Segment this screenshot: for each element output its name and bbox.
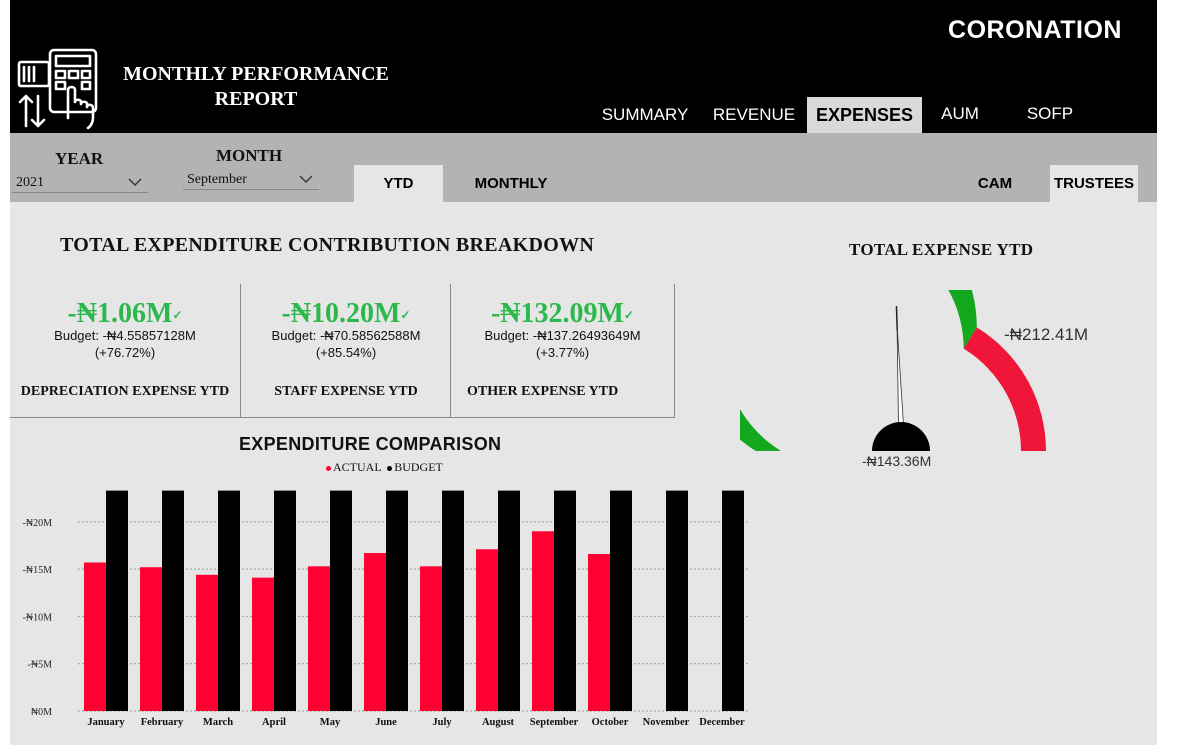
kpi-budget: Budget: -₦4.55857128M xyxy=(54,328,196,343)
gauge-hub xyxy=(872,422,930,451)
report-title: MONTHLY PERFORMANCE REPORT xyxy=(106,62,406,112)
y-tick-label: -₦5M xyxy=(28,660,53,671)
x-tick-label: December xyxy=(699,717,745,728)
kpi-label: DEPRECIATION EXPENSE YTD xyxy=(20,384,230,399)
month-value: September xyxy=(187,172,247,187)
check-icon: ✓ xyxy=(172,308,183,323)
x-tick-label: March xyxy=(203,717,233,728)
report-canvas: MONTHLY PERFORMANCE REPORT CORONATION SU… xyxy=(10,0,1157,745)
year-value: 2021 xyxy=(16,175,44,190)
gauge-needle xyxy=(896,325,904,426)
bar-budget xyxy=(386,490,408,711)
report-title-line1: MONTHLY PERFORMANCE xyxy=(123,63,389,85)
bar-budget xyxy=(498,490,520,711)
bar-actual xyxy=(140,567,162,711)
kpi-budget: Budget: -₦70.58562588M xyxy=(271,328,421,343)
calculator-report-icon xyxy=(17,48,98,130)
tab-expenses[interactable]: EXPENSES xyxy=(807,97,922,133)
x-tick-label: August xyxy=(482,717,515,728)
year-label: YEAR xyxy=(55,149,104,168)
kpi-variance: (+85.54%) xyxy=(315,345,377,360)
kpi-card-other: -₦132.09M✓ Budget: -₦137.26493649M (+3.7… xyxy=(451,284,674,418)
x-tick-label: July xyxy=(432,717,452,728)
kpi-label: STAFF EXPENSE YTD xyxy=(274,384,418,399)
tab-trustees[interactable]: TRUSTEES xyxy=(1050,165,1138,202)
brand-logo-text: CORONATION xyxy=(948,16,1122,44)
tab-cam[interactable]: CAM xyxy=(965,165,1025,202)
check-icon: ✓ xyxy=(623,308,635,323)
divider xyxy=(10,417,675,418)
month-label: MONTH xyxy=(216,146,283,165)
kpi-value-text: -₦132.09M xyxy=(490,298,624,329)
month-dropdown[interactable]: September xyxy=(183,170,319,190)
y-tick-label: -₦20M xyxy=(23,518,53,529)
x-tick-label: January xyxy=(87,717,125,728)
report-title-line2: REPORT xyxy=(214,88,298,110)
bar-budget xyxy=(442,490,464,711)
kpi-value: -₦132.09M✓ xyxy=(451,298,674,330)
bar-budget xyxy=(274,490,296,711)
kpi-value-text: -₦1.06M xyxy=(67,298,173,329)
breakdown-title: TOTAL EXPENDITURE CONTRIBUTION BREAKDOWN xyxy=(60,234,595,256)
y-tick-label: ₦0M xyxy=(31,707,52,718)
gauge-value-label: -₦143.36M xyxy=(862,453,932,469)
tab-sofp[interactable]: SOFP xyxy=(1020,96,1080,132)
bar-actual xyxy=(84,562,106,711)
x-tick-label: June xyxy=(375,717,397,728)
gauge-remaining-band xyxy=(963,327,1046,451)
x-tick-label: May xyxy=(320,717,341,728)
total-expense-gauge xyxy=(740,290,1046,451)
expenditure-bar-chart: ₦0M -₦5M -₦10M -₦15M -₦20M January February Mar… xyxy=(23,490,750,728)
gauge-title: TOTAL EXPENSE YTD xyxy=(849,240,1034,259)
bar-budget xyxy=(666,490,688,711)
kpi-label: OTHER EXPENSE YTD xyxy=(467,384,619,399)
bar-budget xyxy=(106,490,128,711)
x-tick-label: February xyxy=(141,717,184,728)
kpi-variance: (+76.72%) xyxy=(94,345,156,360)
chevron-down-icon xyxy=(128,178,142,186)
x-tick-label: September xyxy=(530,717,579,728)
chart-title: EXPENDITURE COMPARISON xyxy=(239,434,502,454)
y-tick-label: -₦10M xyxy=(23,612,53,623)
tab-revenue[interactable]: REVENUE xyxy=(710,97,798,133)
bar-budget xyxy=(610,490,632,711)
x-tick-label: October xyxy=(592,717,629,728)
check-icon: ✓ xyxy=(400,308,411,323)
bar-actual xyxy=(308,566,330,711)
gauge-max-label: -₦212.41M xyxy=(1004,325,1089,344)
tab-summary[interactable]: SUMMARY xyxy=(595,97,695,133)
kpi-value: -₦10.20M✓ xyxy=(241,298,451,330)
bar-budget xyxy=(330,490,352,711)
bar-actual xyxy=(532,531,554,711)
kpi-value-text: -₦10.20M xyxy=(281,298,401,329)
x-tick-label: November xyxy=(643,717,690,728)
bar-actual xyxy=(196,574,218,711)
y-tick-label: -₦15M xyxy=(23,565,53,576)
bar-budget xyxy=(218,490,240,711)
bar-actual xyxy=(364,553,386,711)
bar-budget xyxy=(162,490,184,711)
filter-bar: YEAR 2021 MONTH September YTD MONTHLY CA… xyxy=(10,133,1157,202)
tab-aum[interactable]: AUM xyxy=(932,96,988,132)
report-header: MONTHLY PERFORMANCE REPORT CORONATION SU… xyxy=(10,0,1157,133)
bar-actual xyxy=(588,553,610,711)
x-tick-label: April xyxy=(262,717,286,728)
kpi-value: -₦1.06M✓ xyxy=(10,298,240,330)
bar-budget xyxy=(554,490,576,711)
tab-ytd[interactable]: YTD xyxy=(354,165,443,202)
bar-actual xyxy=(252,577,274,711)
divider xyxy=(674,284,675,418)
kpi-budget: Budget: -₦137.26493649M xyxy=(484,328,641,343)
bar-actual xyxy=(476,549,498,711)
bar-actual xyxy=(420,566,442,711)
year-dropdown[interactable]: 2021 xyxy=(12,173,148,193)
gauge-value-band xyxy=(740,290,977,451)
kpi-variance: (+3.77%) xyxy=(535,345,590,360)
kpi-card-staff: -₦10.20M✓ Budget: -₦70.58562588M (+85.54… xyxy=(241,284,451,418)
chevron-down-icon xyxy=(299,175,313,183)
kpi-card-depreciation: -₦1.06M✓ Budget: -₦4.55857128M (+76.72%)… xyxy=(10,284,240,418)
bar-budget xyxy=(722,490,744,711)
tab-monthly[interactable]: MONTHLY xyxy=(456,165,566,202)
